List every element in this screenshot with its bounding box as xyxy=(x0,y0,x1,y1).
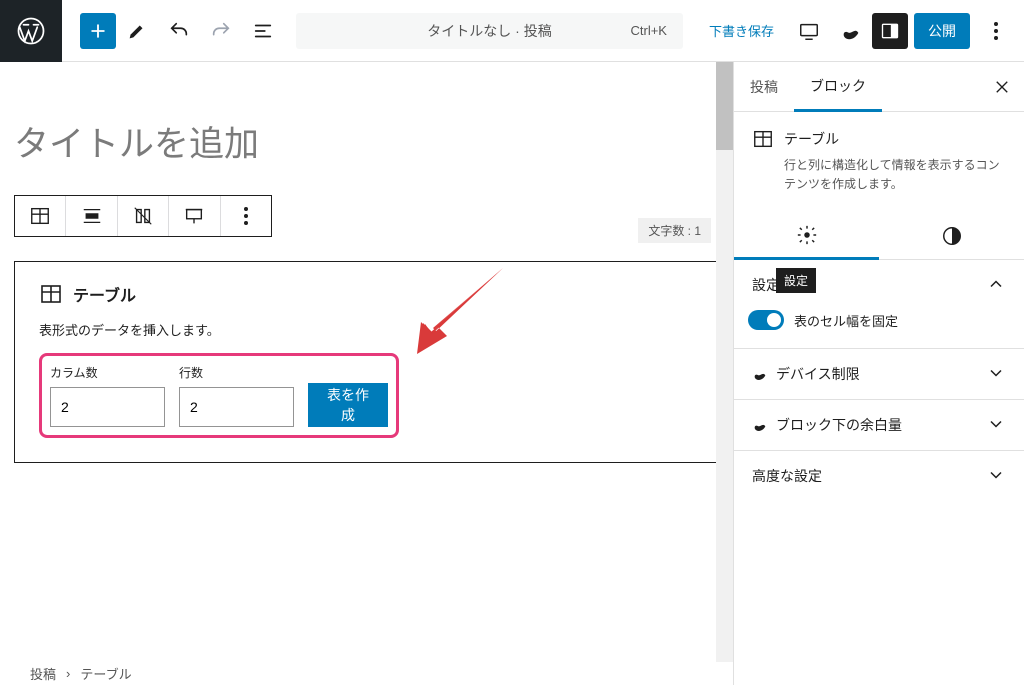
toolbar-columns-icon[interactable] xyxy=(118,196,169,236)
panel-advanced-header[interactable]: 高度な設定 xyxy=(734,451,1024,501)
editor-scroll-thumb[interactable] xyxy=(716,62,733,150)
add-block-button[interactable] xyxy=(80,13,116,49)
panel-advanced: 高度な設定 xyxy=(734,451,1024,501)
fixed-width-toggle[interactable] xyxy=(748,310,784,330)
panel-device-limit-label: デバイス制限 xyxy=(776,364,860,384)
sidebar-toggle-icon[interactable] xyxy=(872,13,908,49)
breadcrumb-sep: › xyxy=(66,666,70,681)
document-title-bar[interactable]: タイトルなし · 投稿 Ctrl+K xyxy=(296,13,683,49)
wordpress-logo[interactable] xyxy=(0,0,62,62)
rows-input[interactable] xyxy=(179,387,294,427)
breadcrumb-root[interactable]: 投稿 xyxy=(30,664,56,683)
fixed-width-toggle-row: 表のセル幅を固定 xyxy=(748,310,1006,330)
rows-field: 行数 xyxy=(179,364,294,427)
document-title: タイトルなし · 投稿 xyxy=(427,21,551,41)
columns-label: カラム数 xyxy=(50,364,165,381)
settings-tab-icon[interactable] xyxy=(734,212,879,260)
block-breadcrumb: 投稿 › テーブル xyxy=(0,661,733,685)
table-block-placeholder: テーブル 表形式のデータを挿入します。 カラム数 行数 表を作成 xyxy=(14,261,719,463)
annotation-arrow xyxy=(393,258,513,378)
toolbar-presentation-icon[interactable] xyxy=(169,196,220,236)
chevron-down-icon xyxy=(986,414,1006,437)
table-block-header: テーブル xyxy=(39,282,694,306)
block-description-text: 行と列に構造化して情報を表示するコンテンツを作成します。 xyxy=(752,156,1006,194)
outline-icon[interactable] xyxy=(242,10,284,52)
shortcut-hint: Ctrl+K xyxy=(631,23,667,38)
table-icon xyxy=(39,282,63,306)
tab-post[interactable]: 投稿 xyxy=(734,62,794,111)
settings-tooltip: 設定 xyxy=(776,268,816,293)
theme-brand-icon[interactable] xyxy=(830,10,872,52)
table-icon xyxy=(752,128,774,150)
save-draft-link[interactable]: 下書き保存 xyxy=(695,21,788,40)
block-description: テーブル 行と列に構造化して情報を表示するコンテンツを作成します。 xyxy=(734,112,1024,212)
publish-button[interactable]: 公開 xyxy=(914,13,970,49)
redo-icon[interactable] xyxy=(200,10,242,52)
block-name: テーブル xyxy=(784,129,839,149)
sidebar-tabs: 投稿 ブロック xyxy=(734,62,1024,112)
table-creation-form: カラム数 行数 表を作成 xyxy=(39,353,399,438)
editor-canvas: タイトルを追加 文字数 : 1 テーブル 表形式のデータを挿入します。 カラム xyxy=(0,62,733,661)
styles-tab-icon[interactable] xyxy=(879,212,1024,259)
more-menu-button[interactable] xyxy=(976,11,1016,51)
rows-label: 行数 xyxy=(179,364,294,381)
table-block-title: テーブル xyxy=(73,282,136,306)
tab-block[interactable]: ブロック xyxy=(794,63,882,112)
panel-device-limit: デバイス制限 xyxy=(734,349,1024,400)
post-title-placeholder[interactable]: タイトルを追加 xyxy=(10,80,723,183)
toolbar-more-icon[interactable] xyxy=(221,196,271,236)
columns-input[interactable] xyxy=(50,387,165,427)
preview-desktop-icon[interactable] xyxy=(788,10,830,52)
close-sidebar-button[interactable] xyxy=(980,65,1024,109)
fixed-width-label: 表のセル幅を固定 xyxy=(794,311,898,330)
theme-leaf-icon xyxy=(752,417,768,433)
edit-mode-icon[interactable] xyxy=(116,10,158,52)
word-count-badge: 文字数 : 1 xyxy=(638,218,711,243)
panel-settings: 設定 設定 表のセル幅を固定 xyxy=(734,260,1024,349)
panel-margin-bottom-label: ブロック下の余白量 xyxy=(776,415,902,435)
block-toolbar xyxy=(14,195,272,237)
panel-settings-header[interactable]: 設定 設定 xyxy=(734,260,1024,310)
breadcrumb-leaf[interactable]: テーブル xyxy=(80,664,131,683)
undo-icon[interactable] xyxy=(158,10,200,52)
columns-field: カラム数 xyxy=(50,364,165,427)
settings-sidebar: 投稿 ブロック テーブル 行と列に構造化して情報を表示するコンテンツを作成します… xyxy=(733,62,1024,685)
chevron-down-icon xyxy=(986,465,1006,488)
editor-scrollbar[interactable] xyxy=(716,62,733,662)
panel-margin-bottom-header[interactable]: ブロック下の余白量 xyxy=(734,400,1024,450)
table-block-subtitle: 表形式のデータを挿入します。 xyxy=(39,320,694,339)
theme-leaf-icon xyxy=(752,366,768,382)
chevron-up-icon xyxy=(986,274,1006,297)
chevron-down-icon xyxy=(986,363,1006,386)
panel-margin-bottom: ブロック下の余白量 xyxy=(734,400,1024,451)
create-table-button[interactable]: 表を作成 xyxy=(308,383,388,427)
panel-advanced-label: 高度な設定 xyxy=(752,466,822,486)
top-bar: タイトルなし · 投稿 Ctrl+K 下書き保存 公開 xyxy=(0,0,1024,62)
sidebar-mode-tabs xyxy=(734,212,1024,260)
toolbar-table-icon[interactable] xyxy=(15,196,66,236)
panel-device-limit-header[interactable]: デバイス制限 xyxy=(734,349,1024,399)
toolbar-align-icon[interactable] xyxy=(66,196,117,236)
